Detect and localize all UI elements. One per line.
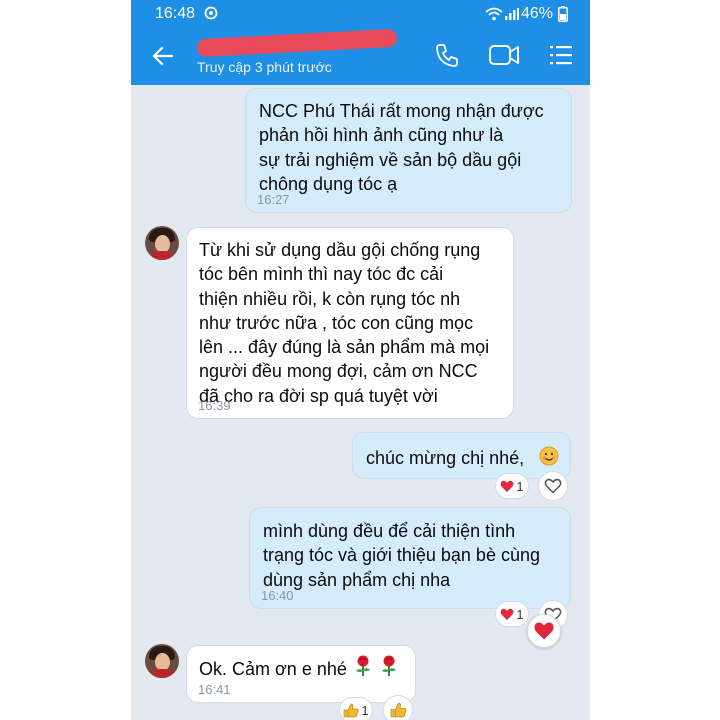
heart-icon	[501, 608, 514, 620]
status-time: 16:48	[155, 5, 196, 22]
reaction-count: 1	[516, 478, 524, 494]
message-bubble-outgoing[interactable]: mình dùng đều để cải thiện tình trạng tó…	[249, 507, 571, 609]
message-time: 16:27	[257, 192, 290, 207]
react-like-button[interactable]	[383, 695, 413, 720]
message-time: 16:40	[261, 588, 294, 603]
reaction-count: 1	[361, 702, 369, 718]
message-bubble-incoming[interactable]: Từ khi sử dụng dầu gội chống rụng tóc bê…	[186, 227, 514, 419]
reaction-picker-heart[interactable]	[527, 614, 561, 648]
arrow-left-icon[interactable]	[151, 44, 175, 68]
message-text: Ok. Cảm ơn e nhé	[199, 659, 347, 679]
message-text: mình dùng đều để cải thiện tình trạng tó…	[263, 521, 540, 590]
message-bubble-outgoing[interactable]: chúc mừng chị nhé,	[352, 432, 571, 479]
message-time: 16:41	[198, 682, 231, 697]
contact-name-redacted[interactable]	[196, 28, 398, 58]
thumbs-up-icon	[390, 702, 406, 718]
smiling-face-icon	[539, 446, 559, 466]
rose-icon	[356, 655, 370, 676]
last-seen-status: Truy cập 3 phút trước	[197, 59, 332, 75]
message-text: chúc mừng chị nhé,	[366, 448, 525, 468]
battery-percent: 46%	[521, 5, 554, 22]
chat-screen: 16:48 46% Truy cập 3 phút trước NCC Phú …	[131, 0, 590, 720]
heart-icon	[534, 622, 554, 640]
message-time: 16:39	[198, 398, 231, 413]
heart-outline-icon	[544, 478, 562, 494]
message-text: NCC Phú Thái rất mong nhận được phản hồi…	[259, 101, 544, 194]
message-bubble-incoming[interactable]: Ok. Cảm ơn e nhé 16:41	[186, 645, 416, 703]
message-text: Từ khi sử dụng dầu gội chống rụng tóc bê…	[199, 240, 490, 406]
battery-icon	[558, 6, 568, 22]
reaction-count-badge[interactable]: 1	[495, 473, 529, 499]
reaction-count-badge[interactable]: 1	[495, 601, 529, 627]
list-menu-icon[interactable]	[549, 44, 573, 66]
phone-icon[interactable]	[434, 42, 460, 68]
message-bubble-outgoing[interactable]: NCC Phú Thái rất mong nhận được phản hồi…	[245, 88, 572, 213]
avatar[interactable]	[145, 644, 179, 678]
avatar[interactable]	[145, 226, 179, 260]
sync-icon	[204, 6, 218, 20]
signal-icon	[505, 8, 519, 20]
react-heart-button[interactable]	[538, 471, 568, 501]
thumbs-up-icon	[344, 703, 359, 717]
heart-icon	[501, 480, 514, 492]
rose-icon	[382, 655, 396, 676]
wifi-icon	[485, 7, 503, 21]
status-bar: 16:48 46%	[131, 0, 590, 28]
reaction-count: 1	[516, 606, 524, 622]
video-call-icon[interactable]	[488, 42, 520, 68]
reaction-count-badge[interactable]: 1	[339, 697, 373, 720]
chat-header: Truy cập 3 phút trước	[131, 28, 590, 85]
